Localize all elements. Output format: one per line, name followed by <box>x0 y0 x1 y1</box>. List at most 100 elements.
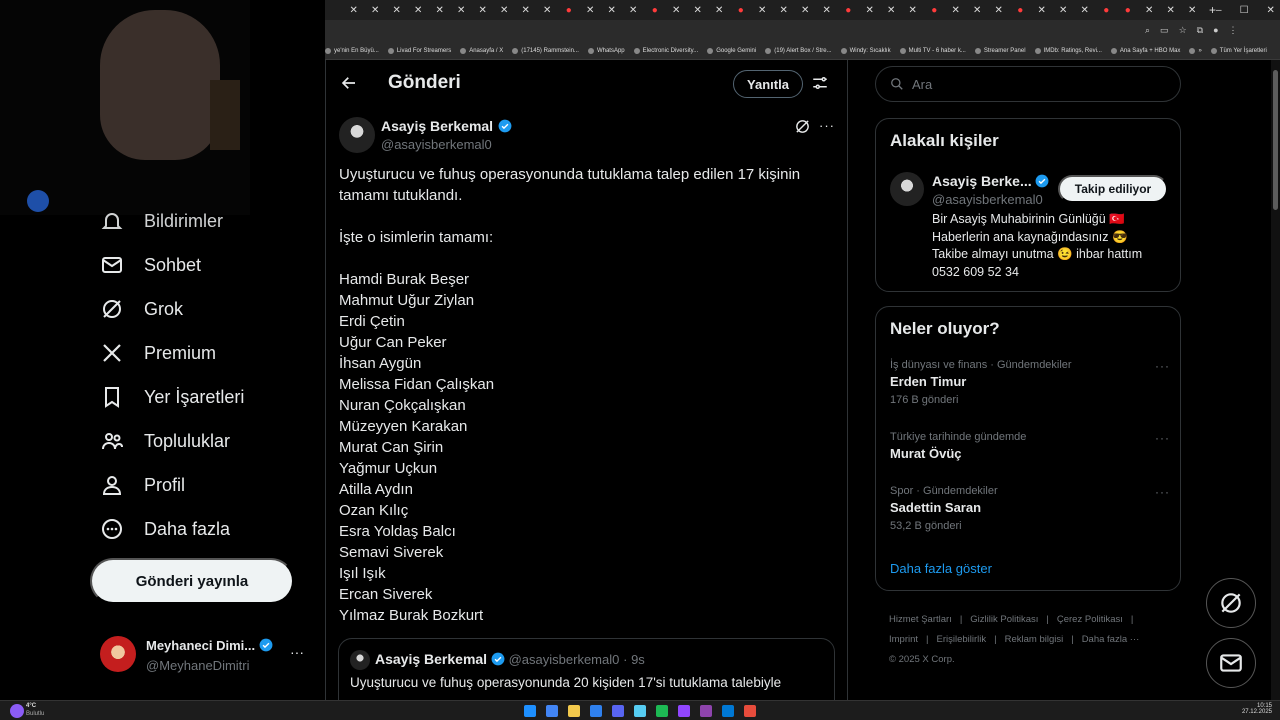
taskbar-app-icon[interactable] <box>612 705 624 717</box>
bookmark-item[interactable]: Electronic Diversity... <box>633 47 698 54</box>
nav-item-profil[interactable]: Profil <box>100 470 185 500</box>
taskbar-app-icon[interactable] <box>524 705 536 717</box>
bookmark-item[interactable]: Windy: Sıcaklık <box>840 47 891 54</box>
grok-icon[interactable] <box>794 118 811 140</box>
bookmark-item[interactable]: (19) Alert Box / Stre... <box>765 47 832 54</box>
trend-more-icon[interactable]: ··· <box>1155 359 1170 373</box>
following-button[interactable]: Takip ediliyor <box>1058 175 1168 203</box>
author-handle[interactable]: @asayisberkemal0 <box>381 137 492 152</box>
footer-link[interactable]: Imprint <box>889 634 918 645</box>
footer-link[interactable]: Çerez Politikası <box>1057 614 1123 625</box>
scrollbar-thumb[interactable] <box>1273 70 1278 210</box>
taskbar-app-icon[interactable] <box>590 705 602 717</box>
bookmark-item[interactable]: (17145) Rammstein... <box>512 47 579 54</box>
trend-item[interactable]: Türkiye tarihinde gündemde Murat Övüç ··… <box>890 431 1170 461</box>
nav-item-bildirimler[interactable]: Bildirimler <box>100 206 223 236</box>
address-bar[interactable]: ⌕ ▭ ☆ ⧉ ● ⋮ <box>325 20 1280 42</box>
bookmark-item[interactable]: IMDb: Ratings, Revi... <box>1034 47 1102 54</box>
browser-tab[interactable]: ✕ <box>386 0 408 20</box>
related-name[interactable]: Asayiş Berke... <box>932 173 1049 189</box>
tweet-more-icon[interactable]: ··· <box>819 118 835 133</box>
taskbar-app-icon[interactable] <box>744 705 756 717</box>
nav-item-daha-fazla[interactable]: Daha fazla <box>100 514 230 544</box>
browser-tab[interactable]: ● <box>1010 0 1032 20</box>
show-more-link[interactable]: Daha fazla göster <box>890 561 992 576</box>
minimize-button[interactable]: – <box>1216 5 1222 16</box>
browser-tab[interactable]: ✕ <box>945 0 967 20</box>
browser-tab[interactable]: ✕ <box>429 0 451 20</box>
filter-icon[interactable] <box>811 74 829 97</box>
close-window-button[interactable]: ✕ <box>1267 5 1275 16</box>
browser-tab[interactable]: ● <box>1117 0 1139 20</box>
taskbar-app-icon[interactable] <box>656 705 668 717</box>
trend-more-icon[interactable]: ··· <box>1155 485 1170 499</box>
related-handle[interactable]: @asayisberkemal0 <box>932 192 1043 207</box>
author-name[interactable]: Asayiş Berkemal <box>381 118 512 136</box>
account-switcher[interactable]: Meyhaneci Dimi... @MeyhaneDimitri ··· <box>100 636 310 676</box>
search-input[interactable]: Ara <box>875 66 1181 102</box>
nav-item-grok[interactable]: Grok <box>100 294 183 324</box>
browser-tab[interactable]: ✕ <box>795 0 817 20</box>
trend-more-icon[interactable]: ··· <box>1155 431 1170 445</box>
browser-tab[interactable]: ✕ <box>451 0 473 20</box>
post-button[interactable]: Gönderi yayınla <box>90 558 294 604</box>
extensions-icon[interactable]: ⧉ <box>1197 25 1203 36</box>
browser-tab[interactable]: ✕ <box>666 0 688 20</box>
browser-tab[interactable]: ● <box>730 0 752 20</box>
browser-tab[interactable]: ✕ <box>967 0 989 20</box>
browser-tab[interactable]: ✕ <box>881 0 903 20</box>
bookmark-item[interactable]: Anasayfa / X <box>460 47 503 54</box>
taskbar-app-icon[interactable] <box>546 705 558 717</box>
browser-tab[interactable]: ✕ <box>1031 0 1053 20</box>
browser-tab[interactable]: ● <box>558 0 580 20</box>
taskbar-app-icon[interactable] <box>678 705 690 717</box>
weather-temp[interactable]: 4°C <box>26 703 36 709</box>
browser-tab[interactable]: ✕ <box>1160 0 1182 20</box>
browser-tab[interactable]: ● <box>1096 0 1118 20</box>
star-icon[interactable]: ☆ <box>1179 25 1187 36</box>
browser-tab[interactable]: ✕ <box>773 0 795 20</box>
browser-tab[interactable]: ✕ <box>1053 0 1075 20</box>
footer-link[interactable]: Daha fazla ··· <box>1082 634 1140 645</box>
footer-link[interactable]: Reklam bilgisi <box>1005 634 1064 645</box>
browser-tab[interactable]: ✕ <box>709 0 731 20</box>
browser-tab[interactable]: ✕ <box>1182 0 1204 20</box>
quoted-tweet[interactable]: Asayiş Berkemal @asayisberkemal0 · 9s Uy… <box>338 638 835 700</box>
footer-link[interactable]: Hizmet Şartları <box>889 614 952 625</box>
bookmark-item[interactable]: Livad For Streamers <box>387 47 451 54</box>
browser-tab[interactable]: ✕ <box>537 0 559 20</box>
account-more-icon[interactable]: ··· <box>290 644 304 660</box>
bookmark-item[interactable]: Tüm Yer İşaretleri <box>1210 47 1267 54</box>
taskbar-app-icon[interactable] <box>568 705 580 717</box>
taskbar-app-icon[interactable] <box>722 705 734 717</box>
browser-tab[interactable]: ✕ <box>988 0 1010 20</box>
browser-tab[interactable]: ✕ <box>752 0 774 20</box>
browser-tab[interactable]: ✕ <box>859 0 881 20</box>
browser-tab[interactable]: ✕ <box>1074 0 1096 20</box>
author-avatar[interactable] <box>339 117 375 153</box>
taskbar-app-icon[interactable] <box>700 705 712 717</box>
bookmark-item[interactable]: Multi TV - 6 haber k... <box>899 47 966 54</box>
trend-item[interactable]: Spor · Gündemdekiler Sadettin Saran 53,2… <box>890 485 1170 532</box>
browser-tab[interactable]: ✕ <box>408 0 430 20</box>
messages-fab-button[interactable] <box>1206 638 1256 688</box>
reply-button[interactable]: Yanıtla <box>733 70 803 98</box>
browser-tab[interactable]: ✕ <box>365 0 387 20</box>
bookmark-item[interactable]: Google Gemini <box>707 47 756 54</box>
bookmark-item[interactable]: WhatsApp <box>587 47 625 54</box>
browser-tab[interactable]: ● <box>924 0 946 20</box>
nav-item-topluluklar[interactable]: Topluluklar <box>100 426 230 456</box>
footer-link[interactable]: Erişilebilirlik <box>937 634 987 645</box>
new-tab-button[interactable]: + <box>1209 3 1216 17</box>
browser-tab[interactable]: ● <box>838 0 860 20</box>
browser-tab[interactable]: ✕ <box>623 0 645 20</box>
browser-tab[interactable]: ✕ <box>601 0 623 20</box>
browser-tab[interactable]: ✕ <box>580 0 602 20</box>
profile-icon[interactable]: ● <box>1213 25 1218 36</box>
trend-item[interactable]: İş dünyası ve finans · Gündemdekiler Erd… <box>890 359 1170 406</box>
taskbar-app-icon[interactable] <box>634 705 646 717</box>
weather-desc[interactable]: Bulutlu <box>26 711 44 717</box>
menu-icon[interactable]: ⋮ <box>1229 25 1238 36</box>
clock[interactable]: 10:15 27.12.2025 <box>1240 703 1272 715</box>
bookmark-item[interactable]: ye'nin En Büyü... <box>325 47 379 54</box>
